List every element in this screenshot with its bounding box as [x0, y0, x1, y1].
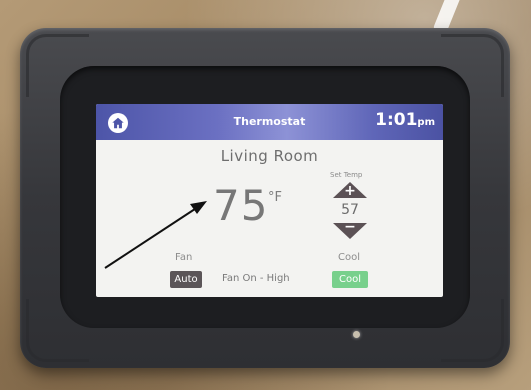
- fan-status: Fan On - High: [222, 273, 290, 284]
- mode-label: Cool: [338, 252, 360, 263]
- status-led: [353, 331, 360, 338]
- clock: 1:01pm: [375, 110, 435, 130]
- set-temp-label: Set Temp: [330, 171, 363, 179]
- thermostat-screen: Thermostat 1:01pm Living Room 75 °F Set …: [96, 104, 443, 297]
- fan-label: Fan: [175, 252, 193, 263]
- set-temp-value: 57: [341, 202, 359, 218]
- clock-time: 1:01: [375, 110, 418, 130]
- minus-icon: −: [344, 219, 356, 235]
- fan-auto-button[interactable]: Auto: [170, 271, 202, 288]
- clock-ampm: pm: [417, 117, 435, 128]
- room-name: Living Room: [220, 147, 319, 165]
- title-bar: Thermostat 1:01pm: [96, 104, 443, 140]
- plus-icon: +: [344, 183, 356, 199]
- current-temperature: 75: [213, 181, 269, 230]
- temperature-unit: °F: [268, 190, 282, 205]
- cool-mode-button[interactable]: Cool: [332, 271, 368, 288]
